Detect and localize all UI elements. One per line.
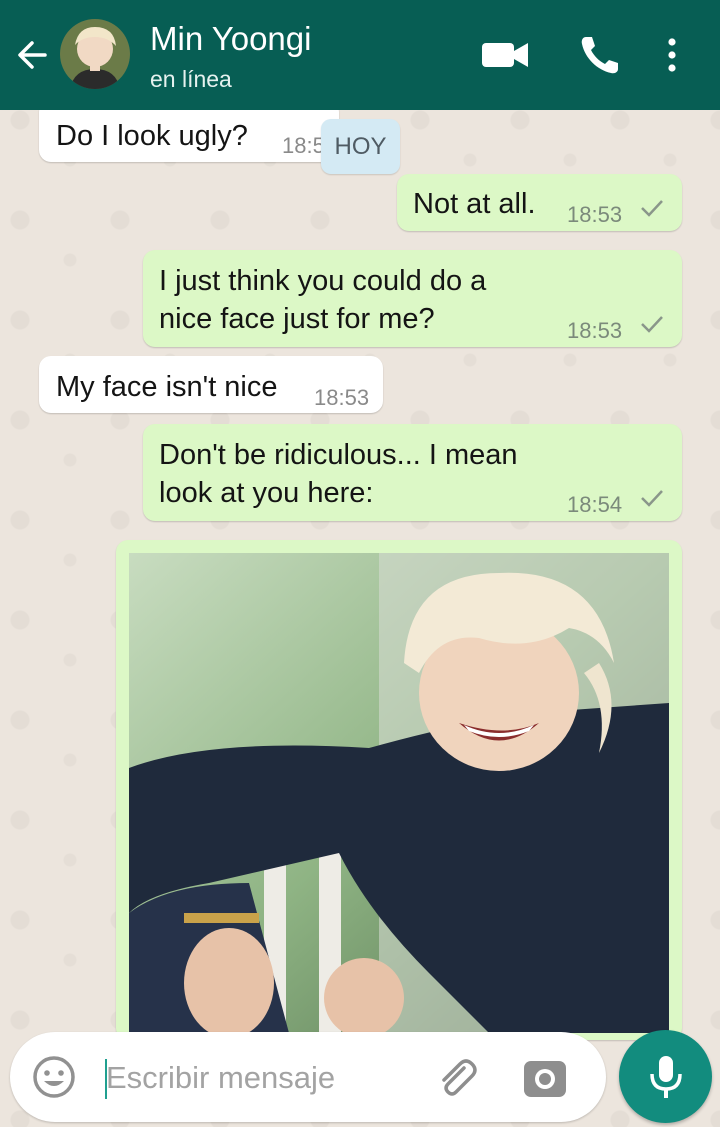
message-bubble-incoming[interactable]: My face isn't nice 18:53: [39, 356, 383, 413]
message-time: 18:5: [282, 133, 325, 158]
message-bubble-outgoing[interactable]: Not at all. 18:53: [397, 174, 682, 231]
camera-icon[interactable]: [522, 1057, 568, 1099]
message-text-line: nice face just for me?: [159, 303, 435, 335]
contact-status: en línea: [150, 66, 232, 92]
message-text: Not at all.: [413, 188, 536, 220]
message-time: 18:53: [567, 202, 623, 227]
phone-icon[interactable]: [578, 33, 622, 77]
videocam-icon[interactable]: [480, 33, 530, 77]
message-time: 18:54: [567, 492, 623, 517]
avatar[interactable]: [60, 19, 130, 89]
message-text: My face isn't nice: [56, 371, 278, 403]
message-bubble-outgoing[interactable]: I just think you could do a nice face ju…: [143, 250, 682, 347]
arrow-back-icon[interactable]: [12, 35, 52, 75]
message-bubble-outgoing[interactable]: Don't be ridiculous... I mean look at yo…: [143, 424, 682, 521]
emoji-icon[interactable]: [32, 1055, 76, 1099]
message-composer: [10, 1032, 606, 1122]
contact-name[interactable]: Min Yoongi: [150, 20, 311, 58]
sent-check-icon: [641, 490, 663, 507]
message-input[interactable]: [106, 1057, 406, 1099]
chat-header: Min Yoongi en línea: [0, 0, 720, 110]
message-text-line: Don't be ridiculous... I mean: [159, 439, 518, 471]
more-vert-icon[interactable]: [660, 33, 684, 77]
mic-icon: [650, 1056, 682, 1098]
message-time: 18:53: [567, 318, 623, 343]
sent-check-icon: [641, 316, 663, 333]
image-message-bubble[interactable]: [116, 540, 682, 1040]
paperclip-icon[interactable]: [434, 1056, 480, 1102]
message-text-line: I just think you could do a: [159, 265, 487, 297]
message-text-line: look at you here:: [159, 477, 374, 509]
message-text: Do I look ugly?: [56, 120, 248, 152]
mic-button[interactable]: [619, 1030, 712, 1123]
message-photo[interactable]: [129, 553, 669, 1033]
date-chip: HOY: [321, 119, 400, 174]
sent-check-icon: [641, 200, 663, 217]
message-time: 18:53: [314, 385, 370, 410]
